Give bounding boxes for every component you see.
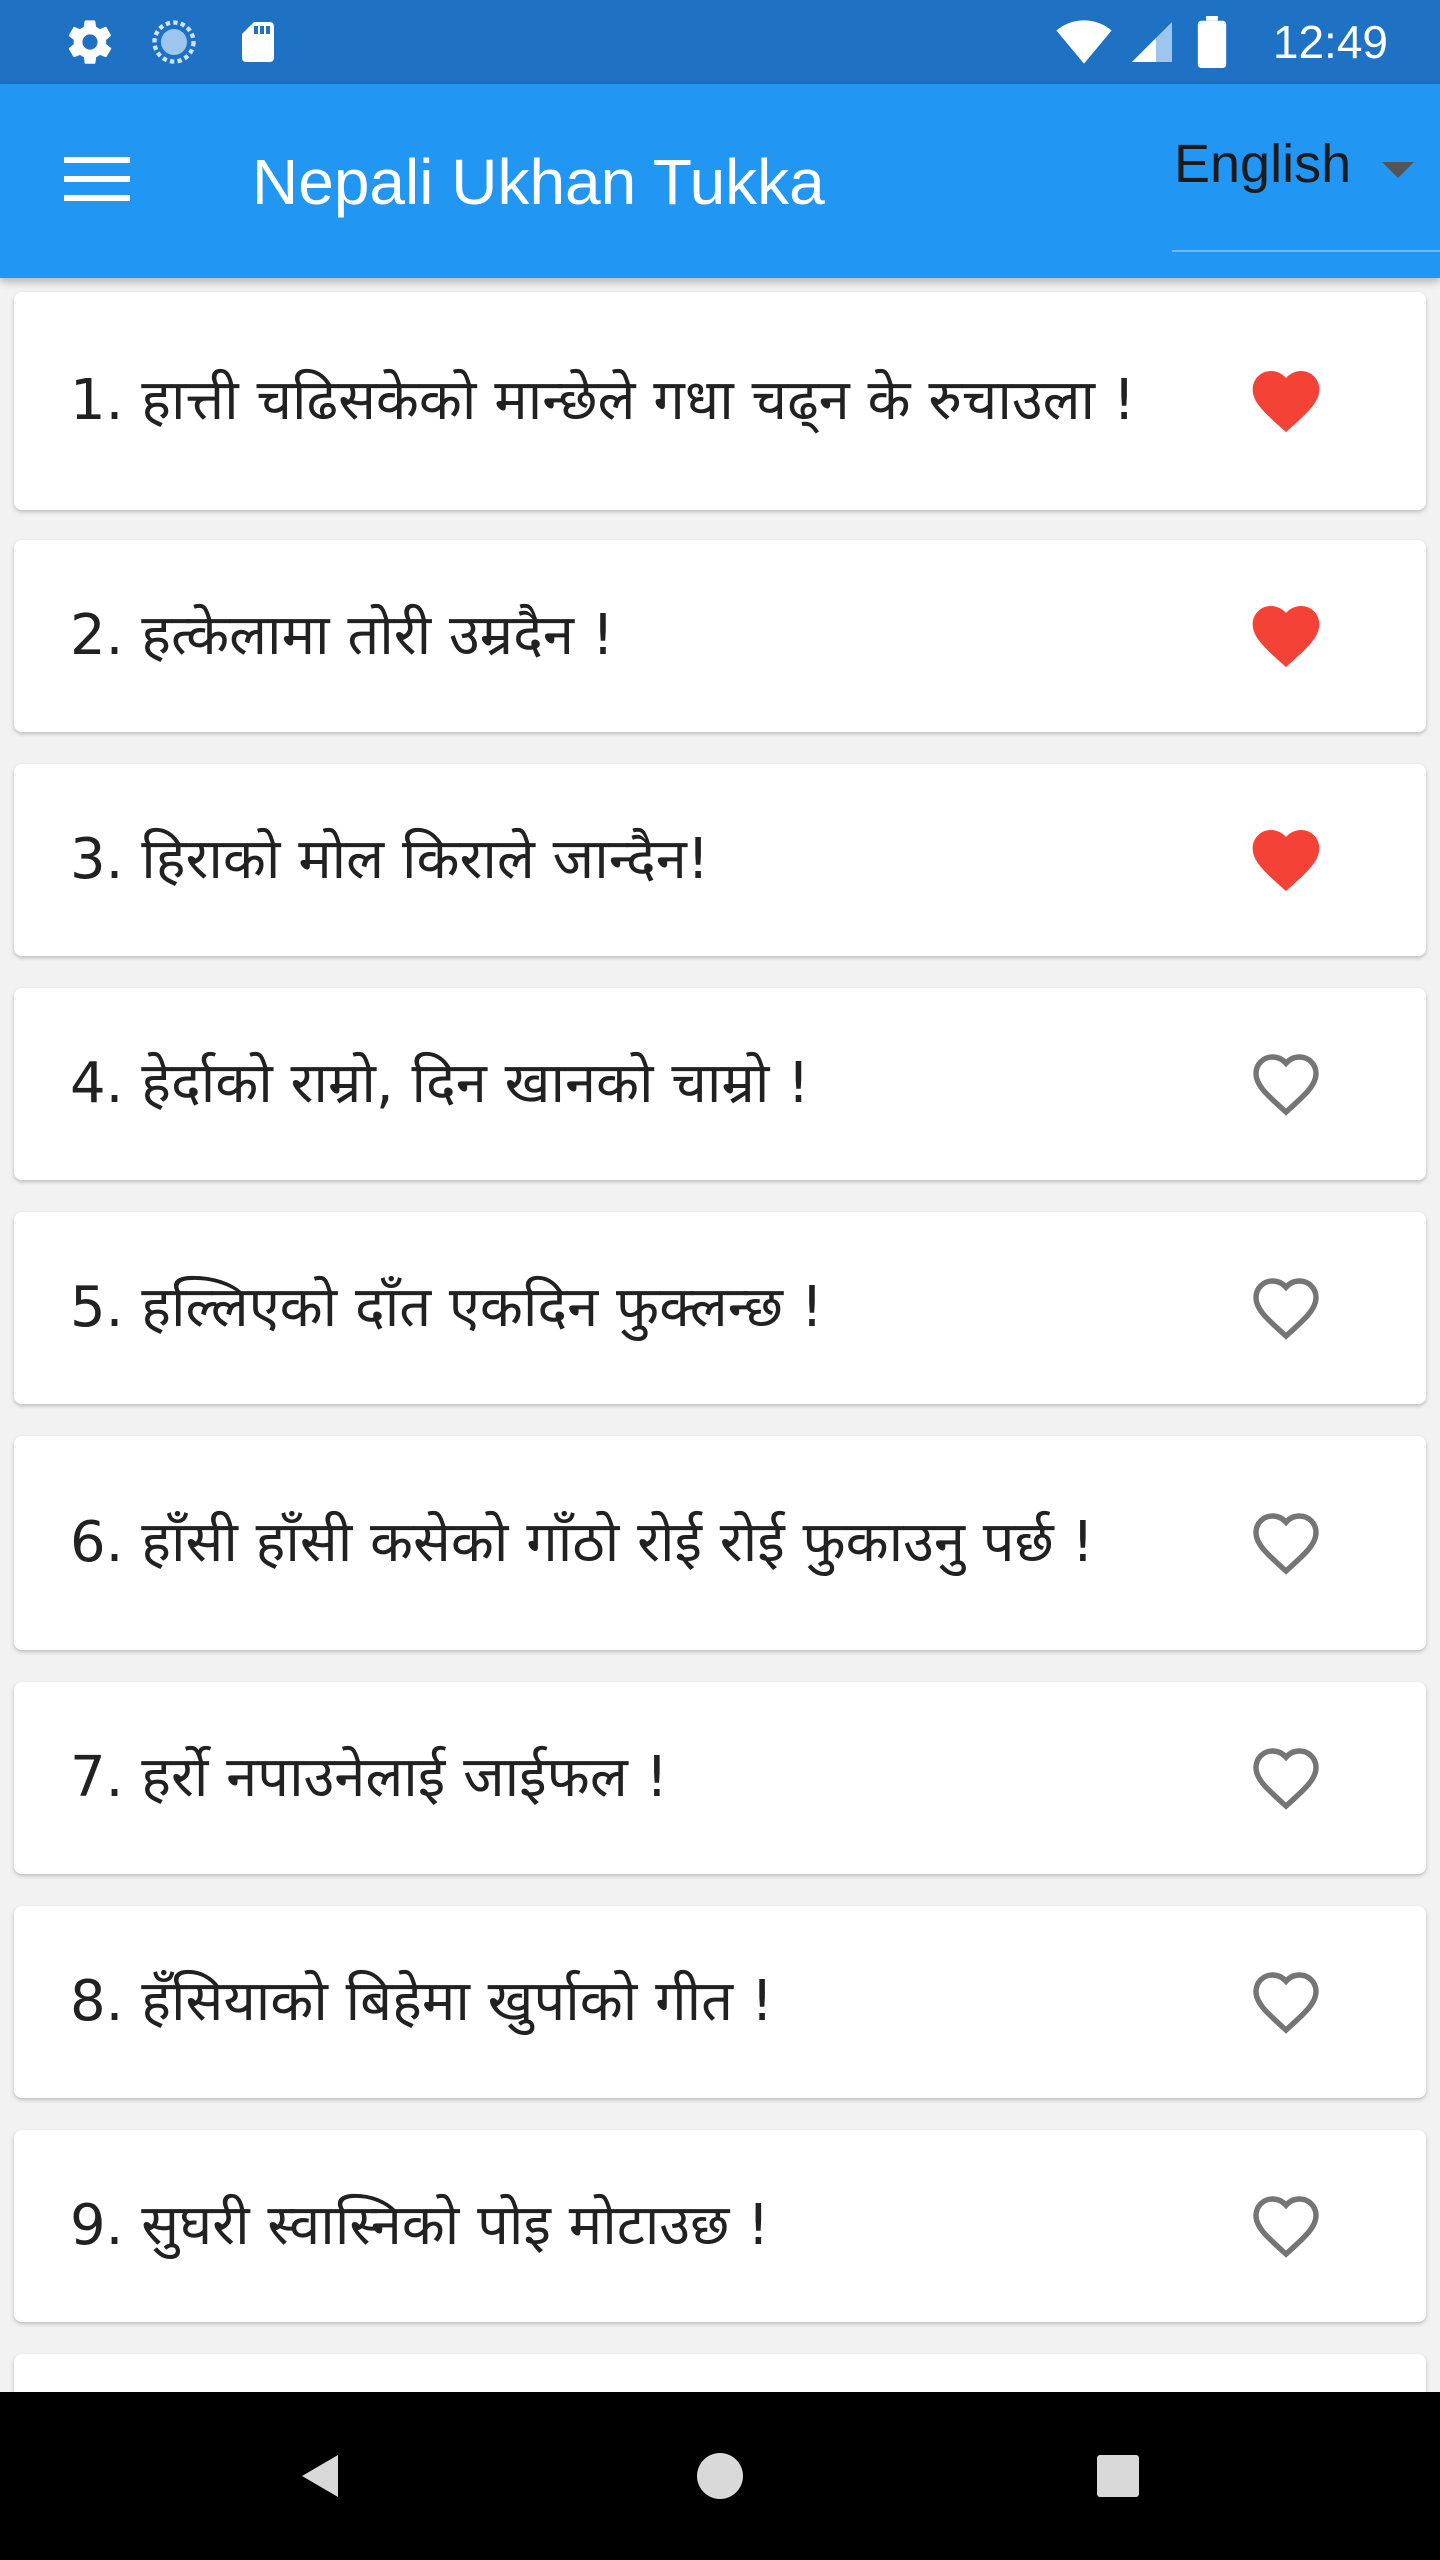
favorite-button[interactable] <box>1246 1962 1326 2042</box>
favorite-button[interactable] <box>1246 1044 1326 1124</box>
favorite-button[interactable] <box>1246 361 1326 441</box>
proverb-card[interactable]: 3. हिराको मोल किराले जान्दैन! <box>14 764 1426 956</box>
hamburger-icon <box>64 157 130 201</box>
battery-icon <box>1190 16 1234 68</box>
favorite-button[interactable] <box>1246 596 1326 676</box>
heart-outline-icon <box>1253 1054 1319 1116</box>
heart-filled-icon <box>1252 606 1320 668</box>
proverb-text: 2. हत्केलामा तोरी उम्रदैन ! <box>70 603 615 668</box>
proverb-card[interactable]: 9. सुघरी स्वास्निको पोइ मोटाउछ ! <box>14 2130 1426 2322</box>
status-bar: 12:49 <box>0 0 1440 84</box>
recents-button[interactable] <box>1078 2436 1158 2516</box>
proverb-list[interactable]: 1. हात्ती चढिसकेको मान्छेले गधा चढ्न के … <box>0 278 1440 2392</box>
sd-card-icon <box>232 16 284 68</box>
home-icon <box>697 2453 743 2499</box>
heart-outline-icon <box>1253 1748 1319 1810</box>
recents-icon <box>1097 2455 1139 2497</box>
proverb-text: 7. हर्रो नपाउनेलाई जाईफल ! <box>70 1745 669 1810</box>
proverb-card[interactable]: 7. हर्रो नपाउनेलाई जाईफल ! <box>14 1682 1426 1874</box>
proverb-text: 6. हाँसी हाँसी कसेको गाँठो रोई रोई फुकाउ… <box>70 1510 1095 1575</box>
proverb-text: 3. हिराको मोल किराले जान्दैन! <box>70 827 710 892</box>
sync-icon <box>148 16 200 68</box>
proverb-card-partial[interactable] <box>14 2354 1426 2392</box>
status-time: 12:49 <box>1272 16 1388 68</box>
favorite-button[interactable] <box>1246 1503 1326 1583</box>
proverb-text: 8. हँसियाको बिहेमा खुर्पाको गीत ! <box>70 1969 774 2034</box>
language-selected: English <box>1174 134 1352 194</box>
signal-icon <box>1126 16 1178 68</box>
dropdown-arrow-icon <box>1382 162 1414 178</box>
proverb-card[interactable]: 1. हात्ती चढिसकेको मान्छेले गधा चढ्न के … <box>14 292 1426 510</box>
home-button[interactable] <box>680 2436 760 2516</box>
app-bar: Nepali Ukhan Tukka English <box>0 84 1440 278</box>
back-icon <box>302 2455 338 2497</box>
proverb-text: 5. हल्लिएको दाँत एकदिन फुक्लन्छ ! <box>70 1275 824 1340</box>
proverb-text: 4. हेर्दाको राम्रो, दिन खानको चाम्रो ! <box>70 1051 810 1116</box>
settings-icon <box>64 16 116 68</box>
wifi-icon <box>1054 16 1114 68</box>
favorite-button[interactable] <box>1246 820 1326 900</box>
proverb-text: 9. सुघरी स्वास्निको पोइ मोटाउछ ! <box>70 2193 770 2258</box>
system-nav-bar <box>0 2392 1440 2560</box>
menu-button[interactable] <box>52 144 142 214</box>
favorite-button[interactable] <box>1246 1738 1326 1818</box>
favorite-button[interactable] <box>1246 1268 1326 1348</box>
language-dropdown[interactable]: English <box>1172 118 1440 252</box>
back-button[interactable] <box>280 2436 360 2516</box>
heart-outline-icon <box>1253 1972 1319 2034</box>
app-title: Nepali Ukhan Tukka <box>252 146 825 218</box>
heart-filled-icon <box>1252 830 1320 892</box>
proverb-text: 1. हात्ती चढिसकेको मान्छेले गधा चढ्न के … <box>70 368 1136 433</box>
proverb-card[interactable]: 4. हेर्दाको राम्रो, दिन खानको चाम्रो ! <box>14 988 1426 1180</box>
proverb-card[interactable]: 8. हँसियाको बिहेमा खुर्पाको गीत ! <box>14 1906 1426 2098</box>
heart-outline-icon <box>1253 2196 1319 2258</box>
heart-outline-icon <box>1253 1278 1319 1340</box>
proverb-card[interactable]: 5. हल्लिएको दाँत एकदिन फुक्लन्छ ! <box>14 1212 1426 1404</box>
proverb-card[interactable]: 2. हत्केलामा तोरी उम्रदैन ! <box>14 540 1426 732</box>
favorite-button[interactable] <box>1246 2186 1326 2266</box>
proverb-card[interactable]: 6. हाँसी हाँसी कसेको गाँठो रोई रोई फुकाउ… <box>14 1436 1426 1650</box>
heart-outline-icon <box>1253 1513 1319 1575</box>
heart-filled-icon <box>1252 371 1320 433</box>
